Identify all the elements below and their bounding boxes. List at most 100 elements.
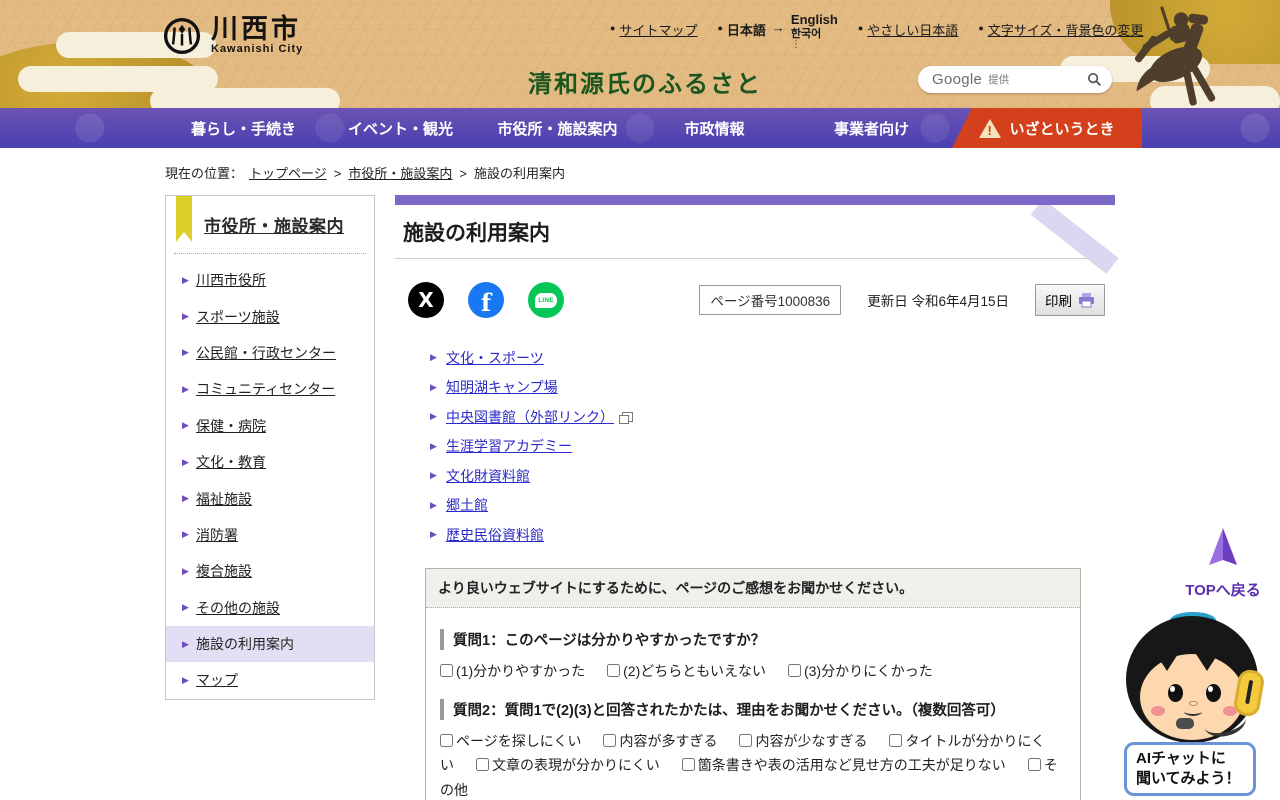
sidebar-menu: ▶ 川西市役所 ▶ スポーツ施設 ▶ 公民館・行政センター ▶ コミュニティセンター ▶ 保健・病… [166, 254, 374, 699]
ai-chat-text-line2: 聞いてみよう！ [1136, 770, 1241, 787]
nav-item-0[interactable]: 暮らし・手続き [165, 108, 322, 148]
facility-link-4[interactable]: 文化財資料館 [446, 466, 530, 486]
sidebar-item-7[interactable]: ▶ 消防署 [166, 517, 374, 553]
sidebar-item-8[interactable]: ▶ 複合施設 [166, 553, 374, 589]
triangle-bullet-icon: ▶ [182, 674, 189, 685]
facility-link-item-1: ▶ 知明湖キャンプ場 [430, 373, 633, 403]
checkbox-label: ページを探しにくい [456, 732, 582, 749]
share-facebook-button[interactable]: f [468, 282, 504, 318]
sidebar-header: 市役所・施設案内 [166, 196, 374, 242]
utility-easy-japanese[interactable]: やさしい日本語 [858, 20, 958, 39]
facility-link-item-3: ▶ 生涯学習アカデミー [430, 432, 633, 462]
city-name: 川西市 [211, 14, 301, 44]
breadcrumb-prefix: 現在の位置： [165, 166, 244, 181]
facebook-icon: f [480, 288, 492, 317]
sidebar-item-label: 保健・病院 [196, 417, 266, 434]
facility-link-3[interactable]: 生涯学習アカデミー [446, 436, 572, 456]
utility-sitemap[interactable]: サイトマップ [610, 20, 697, 39]
utility-text-size[interactable]: 文字サイズ・背景色の変更 [978, 20, 1144, 39]
facility-link-5[interactable]: 郷土館 [446, 495, 488, 515]
question2-option-4[interactable]: 文章の表現が分かりにくい [476, 757, 660, 773]
social-row: X f LINE ページ番号1000836 更新日 令和6年4月15日 印刷 [395, 281, 1115, 319]
facility-link-6[interactable]: 歴史民俗資料館 [446, 525, 544, 545]
question2-option-0[interactable]: ページを探しにくい [440, 733, 581, 749]
nav-item-3[interactable]: 市政情報 [636, 108, 793, 148]
question2-checkbox-5[interactable] [681, 758, 695, 771]
question2-checkbox-0[interactable] [440, 733, 453, 747]
sidebar-item-9[interactable]: ▶ その他の施設 [166, 590, 374, 626]
back-to-top-button[interactable]: TOPへ戻る [1178, 528, 1268, 600]
question1-option-1[interactable]: (2)どちらともいえない [607, 663, 766, 679]
question2-checkbox-4[interactable] [476, 758, 489, 771]
facility-link-1[interactable]: 知明湖キャンプ場 [446, 377, 558, 397]
city-logo[interactable]: 川西市 Kawanishi City [163, 16, 303, 55]
question1-checkbox-1[interactable] [607, 664, 621, 677]
triangle-bullet-icon: ▶ [430, 440, 437, 451]
mascot-eye [1206, 684, 1221, 702]
corner-ribbon-decoration [1030, 199, 1119, 274]
city-emblem-icon [163, 17, 201, 54]
utility-language: 日本語 → English 한국어 ⋮ [717, 12, 838, 49]
page: 川西市 Kawanishi City サイトマップ 日本語 → English … [0, 0, 1280, 800]
question2-checkbox-6[interactable] [1027, 758, 1041, 771]
ai-chat-bubble[interactable]: AIチャットに 聞いてみよう！ [1124, 742, 1256, 796]
question2-option-1[interactable]: 内容が多すぎる [603, 733, 717, 749]
triangle-bullet-icon: ▶ [182, 420, 189, 431]
site-search[interactable]: Google 提供 [918, 66, 1112, 93]
mascot-blush [1151, 706, 1165, 716]
facility-link-0[interactable]: 文化・スポーツ [446, 348, 544, 368]
sidebar-item-5[interactable]: ▶ 文化・教育 [166, 444, 374, 480]
sitemap-link[interactable]: サイトマップ [619, 20, 697, 39]
printer-icon [1079, 292, 1094, 307]
triangle-bullet-icon: ▶ [430, 499, 437, 510]
share-x-button[interactable]: X [408, 282, 444, 318]
sidebar-item-1[interactable]: ▶ スポーツ施設 [166, 298, 374, 334]
easy-japanese-link[interactable]: やさしい日本語 [867, 20, 958, 39]
updated-date: 更新日 令和6年4月15日 [867, 294, 1009, 309]
question1-checkbox-0[interactable] [440, 664, 453, 677]
mascot-eye [1168, 684, 1183, 702]
triangle-bullet-icon: ▶ [182, 383, 189, 394]
sidebar-title-link[interactable]: 市役所・施設案内 [204, 217, 344, 236]
sidebar-item-0[interactable]: ▶ 川西市役所 [166, 262, 374, 298]
ai-chat-widget[interactable]: AIチャットに 聞いてみよう！ [1118, 612, 1266, 798]
breadcrumb-item-0[interactable]: トップページ [249, 166, 327, 181]
nav-item-1[interactable]: イベント・観光 [322, 108, 479, 148]
question2-checkbox-3[interactable] [889, 733, 903, 747]
sidebar-item-2[interactable]: ▶ 公民館・行政センター [166, 335, 374, 371]
share-line-button[interactable]: LINE [528, 282, 564, 318]
nav-item-4[interactable]: 事業者向け [793, 108, 950, 148]
page-number: ページ番号1000836 [699, 285, 842, 315]
sidebar-item-label: コミュニティセンター [196, 381, 336, 398]
question1-option-0[interactable]: (1)分かりやすかった [440, 663, 585, 679]
sidebar-item-10[interactable]: ▶ 施設の利用案内 [166, 625, 374, 663]
facility-link-2[interactable]: 中央図書館（外部リンク） [446, 407, 614, 427]
search-icon[interactable] [1087, 72, 1102, 87]
sidebar-item-3[interactable]: ▶ コミュニティセンター [166, 371, 374, 407]
sidebar-item-6[interactable]: ▶ 福祉施設 [166, 480, 374, 516]
question1-option-2[interactable]: (3)分かりにくかった [787, 663, 933, 679]
nav-item-2[interactable]: 市役所・施設案内 [479, 108, 636, 148]
language-english-link[interactable]: English [791, 12, 838, 28]
triangle-bullet-icon: ▶ [182, 602, 189, 613]
nav-emergency-label: いざというとき [1009, 120, 1115, 138]
facility-link-item-5: ▶ 郷土館 [430, 491, 633, 521]
main-nav: 暮らし・手続きイベント・観光市役所・施設案内市政情報事業者向け いざというとき [0, 108, 1280, 148]
x-icon: X [418, 288, 434, 312]
text-size-link[interactable]: 文字サイズ・背景色の変更 [988, 20, 1144, 39]
sidebar-item-label: マップ [196, 672, 238, 689]
question1-checkbox-2[interactable] [787, 664, 801, 677]
facility-link-item-2: ▶ 中央図書館（外部リンク） [430, 402, 633, 432]
print-button[interactable]: 印刷 [1035, 284, 1105, 316]
sidebar-item-11[interactable]: ▶ マップ [166, 662, 374, 698]
nav-item-emergency[interactable]: いざというとき [952, 108, 1142, 148]
breadcrumb-item-1[interactable]: 市役所・施設案内 [348, 166, 452, 181]
question2-option-5[interactable]: 箇条書きや表の活用など見せ方の工夫が足りない [681, 757, 1006, 773]
question2-checkbox-2[interactable] [739, 733, 753, 747]
sidebar-item-4[interactable]: ▶ 保健・病院 [166, 408, 374, 444]
question2-option-2[interactable]: 内容が少なすぎる [739, 733, 867, 749]
sidebar-item-label: 複合施設 [196, 563, 252, 580]
more-languages-icon[interactable]: ⋮ [791, 39, 801, 49]
question2-checkbox-1[interactable] [603, 733, 617, 747]
top-arrow-icon [1209, 528, 1237, 565]
